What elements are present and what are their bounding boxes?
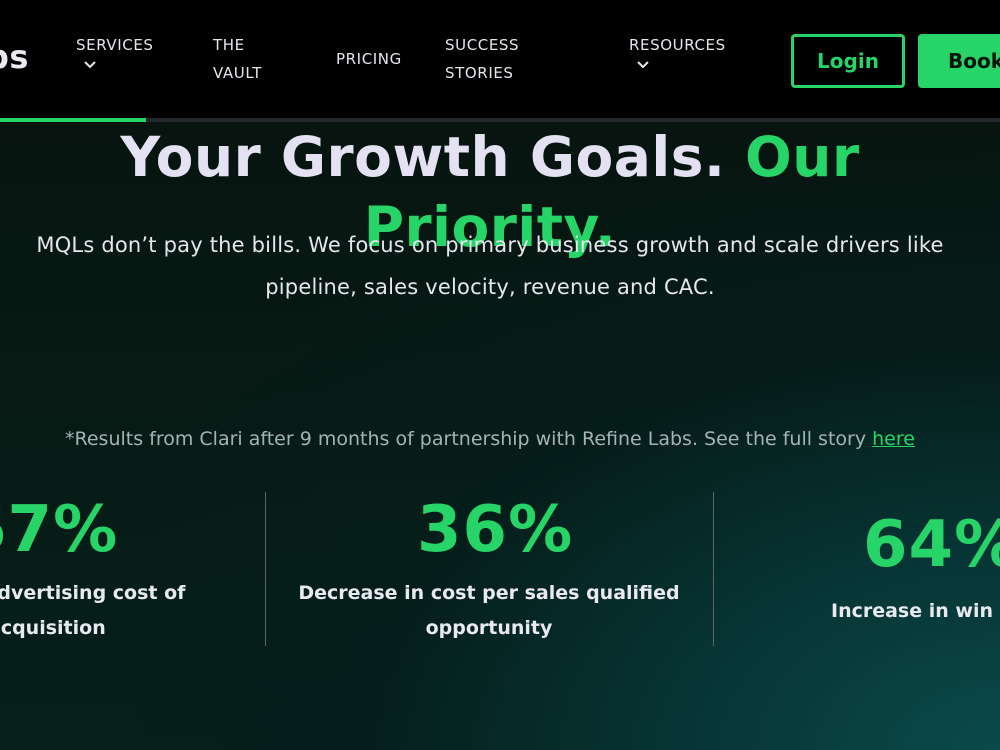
nav-item-pricing[interactable]: PRICING <box>336 45 402 73</box>
nav-item-success-stories[interactable]: SUCCESS STORIES <box>445 31 519 87</box>
nav-item-label-line1: THE <box>213 36 245 54</box>
login-button[interactable]: Login <box>791 34 905 88</box>
stat-label: advertising cost of acquisition <box>0 576 230 646</box>
nav-item-label: PRICING <box>336 50 402 68</box>
stat-divider <box>713 492 714 646</box>
site-logo[interactable]: bs <box>0 38 29 76</box>
nav-item-label-line2: VAULT <box>213 64 262 82</box>
nav-item-label-line1: SUCCESS <box>445 36 520 54</box>
full-story-link[interactable]: here <box>872 428 915 450</box>
chevron-down-icon <box>637 61 649 69</box>
results-text: *Results from Clari after 9 months of pa… <box>65 428 867 450</box>
nav-item-label-line2: STORIES <box>445 64 514 82</box>
stat-label-line: advertising cost of <box>0 582 186 604</box>
stat-label-line: opportunity <box>425 617 553 639</box>
nav-item-resources[interactable]: RESOURCES <box>629 31 726 73</box>
nav-item-label: RESOURCES <box>629 36 726 54</box>
stat-value: 36% <box>417 493 574 567</box>
stat-label-line: Decrease in cost per sales qualified <box>298 582 680 604</box>
subcopy-line: MQLs don’t pay the bills. We focus on pr… <box>36 233 944 257</box>
stat-label: Increase in win r <box>831 594 1000 629</box>
stat-label: Decrease in cost per sales qualified opp… <box>280 576 698 646</box>
headline-main: Your Growth Goals. <box>120 125 726 189</box>
stat-value: 64% <box>863 508 1000 582</box>
stat-label-line: acquisition <box>0 617 106 639</box>
nav-item-label: SERVICES <box>76 36 154 54</box>
top-navigation: bs SERVICES THE VAULT PRICING SUCCESS ST… <box>0 0 1000 118</box>
stat-value: 67% <box>0 493 119 567</box>
book-button[interactable]: Book <box>918 34 1000 88</box>
nav-item-the-vault[interactable]: THE VAULT <box>213 31 262 87</box>
results-note: *Results from Clari after 9 months of pa… <box>0 424 980 454</box>
subcopy-line: pipeline, sales velocity, revenue and CA… <box>265 275 715 299</box>
stat-divider <box>265 492 266 646</box>
chevron-down-icon <box>84 61 96 69</box>
nav-item-services[interactable]: SERVICES <box>76 31 154 73</box>
stat-label-line: Increase in win r <box>831 600 1000 622</box>
hero-subcopy: MQLs don’t pay the bills. We focus on pr… <box>0 224 990 308</box>
